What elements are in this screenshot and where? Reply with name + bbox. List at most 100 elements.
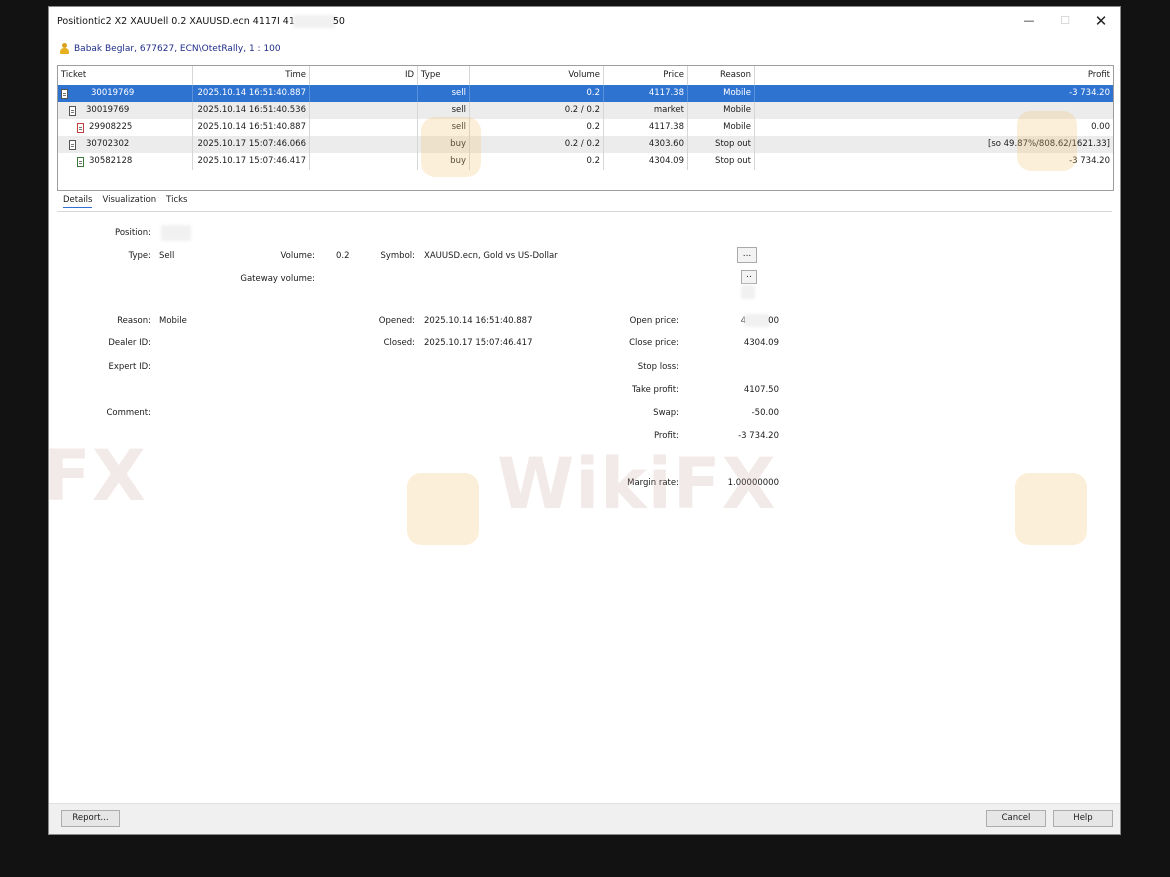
take-profit-value: 4107.50 xyxy=(743,385,779,395)
window-title-text: Positiontic2 X2 XAUUell 0.2 XAUUSD.ecn 4… xyxy=(57,16,295,27)
cell-volume: 0.2 xyxy=(470,153,604,170)
cell-price: 4117.38 xyxy=(604,85,688,102)
volume-value: 0.2 xyxy=(336,251,350,261)
maximize-icon[interactable]: ☐ xyxy=(1050,11,1080,31)
cell-reason: Mobile xyxy=(688,102,755,119)
deals-grid: Ticket Time ID Type Volume Price Reason … xyxy=(57,65,1114,191)
cell-price: 4117.38 xyxy=(604,119,688,136)
close-price-value: 4304.09 xyxy=(743,338,779,348)
watermark-text: WikiFX xyxy=(497,443,777,525)
open-price-tail: 00 xyxy=(768,316,779,326)
cell-time: 2025.10.14 16:51:40.536 xyxy=(193,102,310,119)
ticket-value: 30582128 xyxy=(89,156,133,166)
cell-id xyxy=(310,153,418,170)
header-price[interactable]: Price xyxy=(604,66,688,85)
detail-tabs: Details Visualization Ticks xyxy=(63,194,188,208)
reason-label: Reason: xyxy=(117,316,151,326)
watermark-fragment: FX xyxy=(48,435,147,517)
volume-label: Volume: xyxy=(280,251,315,261)
cell-id xyxy=(310,85,418,102)
swap-label: Swap: xyxy=(653,408,679,418)
closed-value: 2025.10.17 15:07:46.417 xyxy=(424,338,533,348)
tab-ticks[interactable]: Ticks xyxy=(166,194,187,208)
symbol-browse-button[interactable]: ... xyxy=(737,247,757,263)
cell-ticket: 30702302 xyxy=(58,136,193,153)
symbol-label: Symbol: xyxy=(380,251,415,261)
profit-value: -3 734.20 xyxy=(738,431,779,441)
cell-id xyxy=(310,136,418,153)
cancel-button[interactable]: Cancel xyxy=(986,810,1046,827)
dealer-id-label: Dealer ID: xyxy=(108,338,151,348)
header-type[interactable]: Type xyxy=(418,66,470,85)
tab-visualization[interactable]: Visualization xyxy=(102,194,156,208)
profit-label: Profit: xyxy=(653,431,679,441)
close-price-label: Close price: xyxy=(629,338,679,348)
redacted-area xyxy=(163,227,189,239)
grid-header: Ticket Time ID Type Volume Price Reason … xyxy=(58,66,1113,86)
gateway-value-redacted xyxy=(743,287,753,298)
header-profit[interactable]: Profit xyxy=(755,66,1113,85)
tab-details[interactable]: Details xyxy=(63,194,93,208)
ticket-value: 30019769 xyxy=(91,88,135,98)
stop-loss-label: Stop loss: xyxy=(637,362,679,372)
ticket-value: 30702302 xyxy=(86,139,130,149)
cell-volume: 0.2 xyxy=(470,119,604,136)
cell-type: sell xyxy=(418,85,470,102)
table-row[interactable]: 30019769 2025.10.14 16:51:40.536 sell 0.… xyxy=(58,102,1113,119)
take-profit-label: Take profit: xyxy=(632,385,679,395)
cell-price: 4303.60 xyxy=(604,136,688,153)
cell-time: 2025.10.17 15:07:46.066 xyxy=(193,136,310,153)
tab-divider xyxy=(57,211,1112,212)
header-time[interactable]: Time xyxy=(193,66,310,85)
comment-label: Comment: xyxy=(106,408,151,418)
header-ticket[interactable]: Ticket xyxy=(58,66,193,85)
redacted-area xyxy=(743,287,753,297)
deal-buy-icon xyxy=(77,156,84,167)
table-row[interactable]: 29908225 2025.10.14 16:51:40.887 sell 0.… xyxy=(58,119,1113,136)
header-reason[interactable]: Reason xyxy=(688,66,755,85)
swap-value: -50.00 xyxy=(751,408,779,418)
cell-reason: Mobile xyxy=(688,119,755,136)
window-title-tail: 50 xyxy=(332,16,345,27)
type-value: Sell xyxy=(159,251,175,261)
ticket-value: 29908225 xyxy=(89,122,133,132)
header-volume[interactable]: Volume xyxy=(470,66,604,85)
position-window: Positiontic2 X2 XAUUell 0.2 XAUUSD.ecn 4… xyxy=(48,6,1121,835)
expert-id-label: Expert ID: xyxy=(108,362,151,372)
cell-ticket: 30582128 xyxy=(58,153,193,170)
redacted-area xyxy=(746,316,769,325)
watermark-logo xyxy=(1017,111,1077,171)
account-info: Babak Beglar, 677627, ECN\OtetRally, 1 :… xyxy=(59,43,281,55)
close-icon[interactable]: ✕ xyxy=(1086,11,1116,31)
cell-volume: 0.2 / 0.2 xyxy=(470,102,604,119)
table-row[interactable]: 30582128 2025.10.17 15:07:46.417 buy 0.2… xyxy=(58,153,1113,170)
cell-time: 2025.10.17 15:07:46.417 xyxy=(193,153,310,170)
cell-reason: Stop out xyxy=(688,136,755,153)
gateway-volume-label: Gateway volume: xyxy=(240,274,315,284)
watermark-logo xyxy=(421,117,481,177)
table-row[interactable]: 30019769 2025.10.14 16:51:40.887 sell 0.… xyxy=(58,85,1113,102)
cell-price: 4304.09 xyxy=(604,153,688,170)
cell-reason: Mobile xyxy=(688,85,755,102)
cell-volume: 0.2 / 0.2 xyxy=(470,136,604,153)
cell-ticket: 30019769 xyxy=(58,102,193,119)
open-price-label: Open price: xyxy=(629,316,679,326)
cell-time: 2025.10.14 16:51:40.887 xyxy=(193,119,310,136)
help-button[interactable]: Help xyxy=(1053,810,1113,827)
cell-id xyxy=(310,102,418,119)
table-row[interactable]: 30702302 2025.10.17 15:07:46.066 buy 0.2… xyxy=(58,136,1113,153)
dialog-footer: Report... Cancel Help xyxy=(49,803,1120,834)
minimize-icon[interactable]: — xyxy=(1014,11,1044,31)
cell-time: 2025.10.14 16:51:40.887 xyxy=(193,85,310,102)
closed-label: Closed: xyxy=(383,338,415,348)
cell-profit: -3 734.20 xyxy=(1069,88,1110,98)
symbol-value: XAUUSD.ecn, Gold vs US-Dollar xyxy=(424,251,558,261)
order-doc-icon xyxy=(69,139,76,150)
opened-label: Opened: xyxy=(378,316,415,326)
position-value-redacted xyxy=(163,227,189,239)
watermark-logo xyxy=(407,473,479,545)
report-button[interactable]: Report... xyxy=(61,810,120,827)
gateway-browse-button[interactable]: .. xyxy=(741,270,757,284)
header-id[interactable]: ID xyxy=(310,66,418,85)
position-doc-icon xyxy=(61,88,68,99)
